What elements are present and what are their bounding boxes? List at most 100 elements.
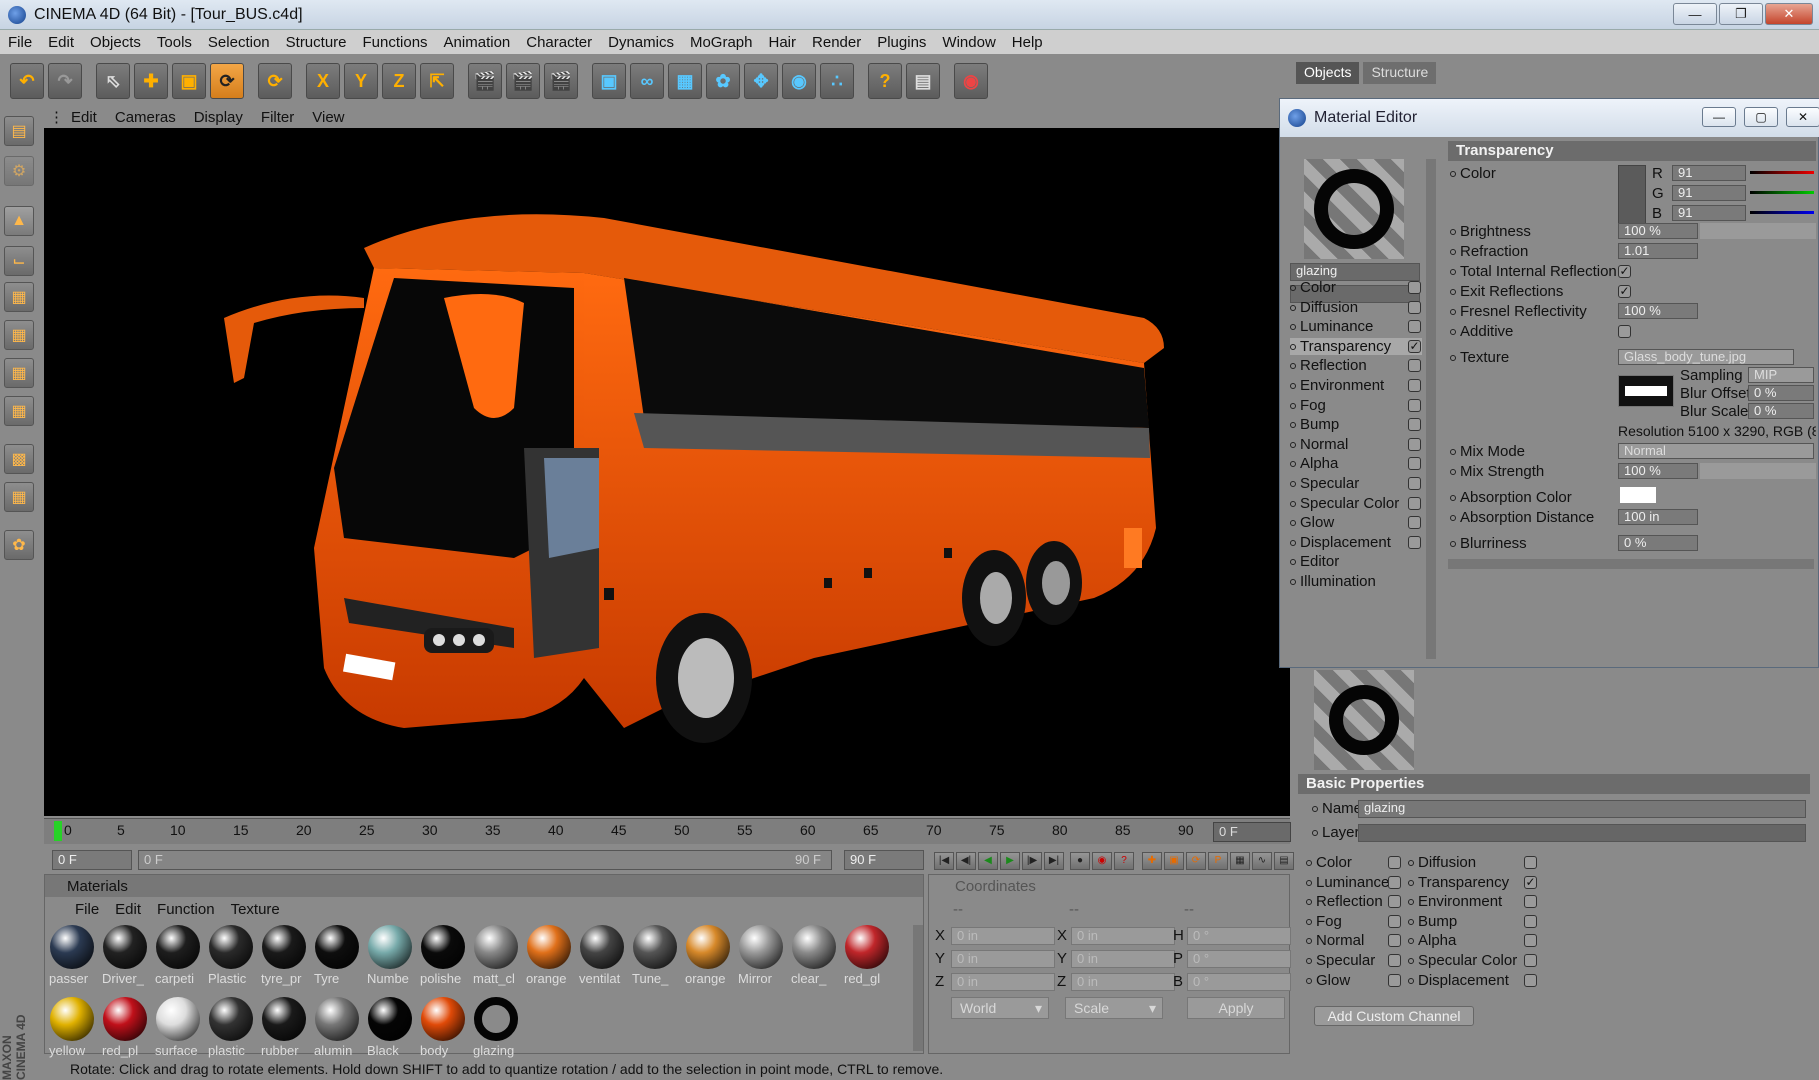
go-to-end-icon[interactable]: ▶| (1044, 852, 1064, 870)
channel-checkbox[interactable] (1408, 320, 1421, 334)
viewport-menu-edit[interactable]: Edit (62, 109, 106, 126)
channel-checkbox[interactable] (1408, 300, 1421, 314)
material-swatch[interactable]: Driver_ (100, 923, 150, 989)
material-swatch[interactable]: red_gl (842, 923, 892, 989)
viewport-menu-filter[interactable]: Filter (252, 109, 303, 126)
channel-checkbox[interactable] (1408, 457, 1421, 471)
channel-item[interactable]: Editor (1290, 553, 1339, 570)
y-axis-icon[interactable]: Y (344, 63, 378, 99)
brightness-field[interactable]: 100 % (1618, 223, 1698, 239)
menu-plugins[interactable]: Plugins (869, 34, 934, 51)
recent-tool-icon[interactable]: ⟳ (258, 63, 292, 99)
points-mode-icon[interactable]: ▦ (4, 282, 34, 312)
size-mode-select[interactable]: Scale ▾ (1065, 997, 1163, 1019)
menu-selection[interactable]: Selection (200, 34, 278, 51)
channel-item[interactable]: Displacement (1290, 534, 1391, 551)
channel-item[interactable]: Illumination (1290, 573, 1376, 590)
material-swatch[interactable]: ventilat (577, 923, 627, 989)
material-swatch[interactable]: Tyre (312, 923, 362, 989)
channel-checkbox[interactable] (1408, 359, 1421, 373)
attribute-channel-checkbox[interactable] (1524, 914, 1537, 928)
menu-character[interactable]: Character (518, 34, 600, 51)
texture-thumbnail[interactable] (1618, 375, 1674, 407)
attribute-channel-checkbox[interactable] (1524, 954, 1537, 967)
absorption-color-swatch[interactable] (1620, 487, 1656, 503)
material-swatch[interactable]: yellow (47, 995, 97, 1061)
prev-key-icon[interactable]: ◀| (956, 852, 976, 870)
edges-mode-icon[interactable]: ▦ (4, 320, 34, 350)
model-mode-icon[interactable]: ▲ (4, 206, 34, 236)
channel-checkbox[interactable]: ✓ (1408, 339, 1421, 353)
blur-scale-field[interactable]: 0 % (1748, 403, 1814, 419)
menu-functions[interactable]: Functions (355, 34, 436, 51)
spline-icon[interactable]: ∞ (630, 63, 664, 99)
viewport-grip-icon[interactable]: ⋮ (40, 108, 64, 126)
color-r-slider[interactable] (1750, 171, 1814, 174)
preview-range-slider[interactable]: 0 F 90 F (138, 850, 832, 870)
render-picture-viewer-icon[interactable]: 🎬 (506, 63, 540, 99)
properties-h-scrollbar[interactable] (1448, 559, 1814, 569)
channel-checkbox[interactable] (1408, 418, 1421, 432)
move-icon[interactable]: ✚ (134, 63, 168, 99)
materials-menu-function[interactable]: Function (149, 901, 223, 918)
menu-edit[interactable]: Edit (40, 34, 82, 51)
color-r-field[interactable]: 91 (1672, 165, 1746, 181)
channel-list-scrollbar[interactable] (1426, 159, 1436, 659)
attribute-channel-checkbox[interactable]: ✓ (1524, 875, 1537, 889)
channel-checkbox[interactable] (1408, 398, 1421, 412)
channel-checkbox[interactable] (1408, 477, 1421, 490)
channel-item[interactable]: Luminance (1290, 318, 1373, 335)
menu-window[interactable]: Window (934, 34, 1003, 51)
attribute-channel-checkbox[interactable] (1388, 895, 1401, 909)
attribute-channel-checkbox[interactable] (1524, 934, 1537, 948)
material-swatch[interactable]: polishe (418, 923, 468, 989)
blur-offset-field[interactable]: 0 % (1748, 385, 1814, 401)
material-swatch[interactable]: glazing (471, 995, 521, 1061)
z-axis-icon[interactable]: Z (382, 63, 416, 99)
end-frame-field[interactable]: 90 F (844, 850, 924, 870)
viewport-menu-display[interactable]: Display (185, 109, 252, 126)
viewport-menu-view[interactable]: View (303, 109, 353, 126)
key-parameter-icon[interactable]: P (1208, 852, 1228, 870)
channel-item[interactable]: Transparency (1290, 337, 1422, 355)
color-g-slider[interactable] (1750, 191, 1814, 194)
color-b-field[interactable]: 91 (1672, 205, 1746, 221)
attribute-channel-checkbox[interactable] (1388, 973, 1401, 987)
render-view-icon[interactable]: 🎬 (468, 63, 502, 99)
attribute-channel-checkbox[interactable] (1524, 856, 1537, 869)
polygons-mode-icon[interactable]: ▦ (4, 358, 34, 388)
channel-item[interactable]: Glow (1290, 514, 1334, 531)
current-frame-field[interactable]: 0 F (1213, 822, 1291, 842)
channel-checkbox[interactable] (1408, 379, 1421, 392)
tab-objects[interactable]: Objects (1296, 62, 1360, 84)
timeline-ruler[interactable]: 0 5 10 15 20 25 30 35 40 45 50 55 60 65 … (44, 818, 1290, 844)
channel-checkbox[interactable] (1408, 437, 1421, 451)
rotation-b-field[interactable]: 0 ° (1187, 973, 1291, 991)
start-frame-field[interactable]: 0 F (52, 850, 132, 870)
keyframe-selection-icon[interactable]: ? (1114, 852, 1134, 870)
materials-menu-texture[interactable]: Texture (223, 901, 288, 918)
material-swatch[interactable]: plastic (206, 995, 256, 1061)
nurbs-icon[interactable]: ▦ (668, 63, 702, 99)
uv-mode-icon[interactable]: ▦ (4, 396, 34, 426)
3d-viewport[interactable] (44, 128, 1290, 816)
channel-item[interactable]: Color (1290, 279, 1336, 296)
cube-icon[interactable]: ▣ (592, 63, 626, 99)
materials-menu-edit[interactable]: Edit (107, 901, 149, 918)
close-button[interactable]: ✕ (1765, 3, 1813, 25)
position-x-field[interactable]: 0 in (951, 927, 1055, 945)
sculpt-icon[interactable]: ✿ (4, 530, 34, 560)
deformer-icon[interactable]: ✥ (744, 63, 778, 99)
channel-item[interactable]: Normal (1290, 436, 1348, 453)
channel-checkbox[interactable] (1408, 516, 1421, 530)
rotation-h-field[interactable]: 0 ° (1187, 927, 1291, 945)
material-swatch[interactable]: Plastic (206, 923, 256, 989)
web-icon[interactable]: ◉ (954, 63, 988, 99)
restore-button[interactable]: ❐ (1719, 3, 1763, 25)
coordinate-system-icon[interactable]: ⇱ (420, 63, 454, 99)
material-swatch[interactable]: alumin (312, 995, 362, 1061)
menu-tools[interactable]: Tools (149, 34, 200, 51)
interpolation-icon[interactable]: ∿ (1252, 852, 1272, 870)
materials-menu-file[interactable]: File (67, 901, 107, 918)
material-name-field[interactable]: glazing (1358, 800, 1806, 818)
